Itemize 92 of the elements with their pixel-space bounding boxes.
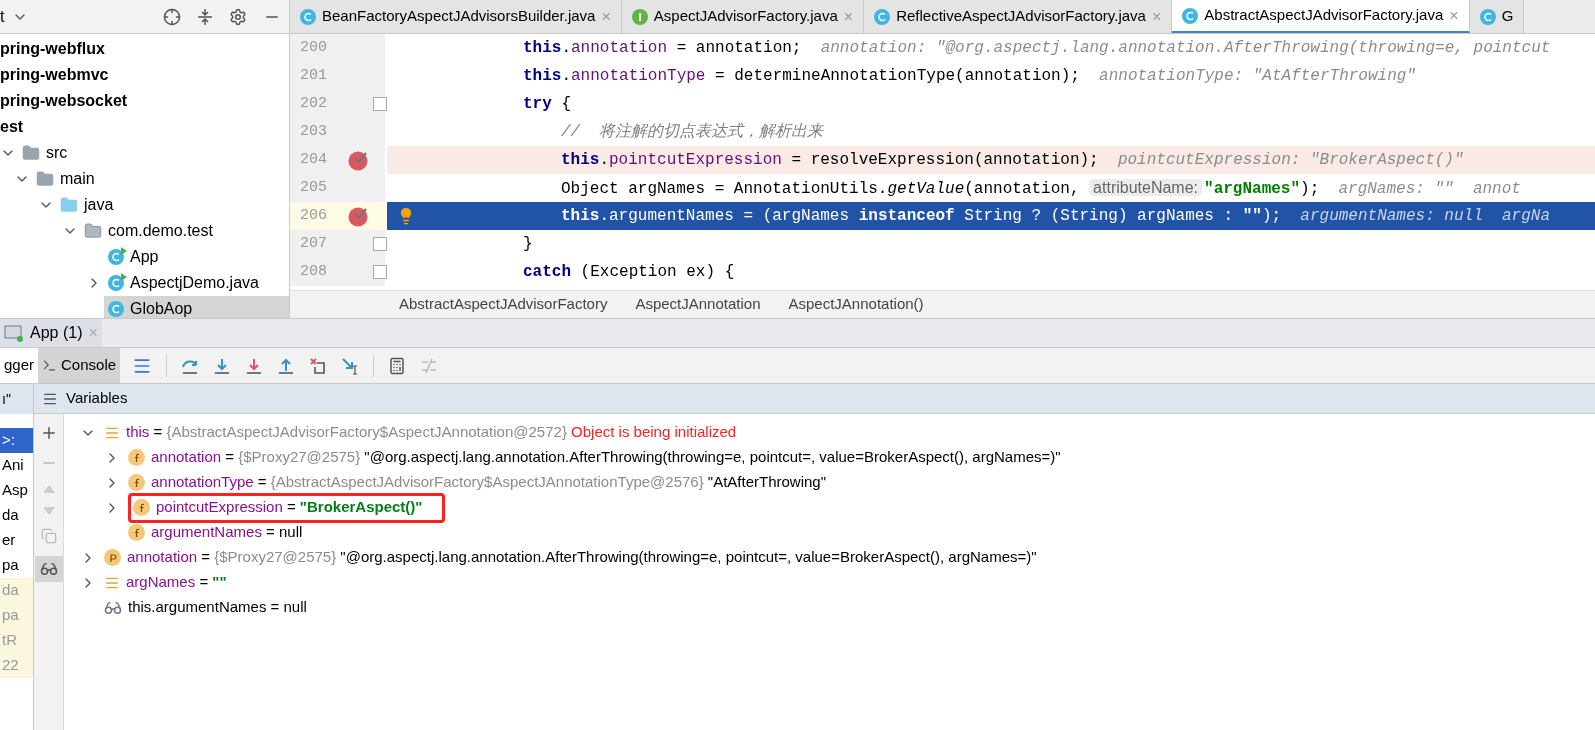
class-icon bbox=[1479, 8, 1496, 25]
settings-icon[interactable] bbox=[229, 7, 247, 26]
code-line: this.pointcutExpression = resolveExpression(annotation); pointcutExpression: "BrokerAspect()" bbox=[561, 150, 1464, 171]
code-line: try { bbox=[523, 94, 571, 115]
tree-item[interactable]: AspectjDemo.java bbox=[104, 270, 289, 296]
field-icon bbox=[128, 474, 145, 491]
fold-marker[interactable] bbox=[373, 237, 387, 251]
parameter-icon bbox=[104, 549, 121, 566]
code-line: this.annotation = annotation; annotation: "@org.aspectj.lang.annotation.AfterThrowing(throwing=e, pointcut bbox=[523, 38, 1551, 59]
folder-icon bbox=[60, 196, 78, 214]
class-icon bbox=[108, 275, 124, 291]
line-number: 206 bbox=[299, 205, 328, 226]
field-icon bbox=[128, 449, 145, 466]
class-icon bbox=[874, 8, 891, 25]
editor-tab[interactable]: ReflectiveAspectJAdvisorFactory.java × bbox=[864, 0, 1173, 33]
frame-item[interactable]: >: bbox=[0, 428, 33, 453]
app-window-icon bbox=[4, 324, 24, 342]
frame-item[interactable]: da bbox=[0, 503, 33, 528]
line-number: 200 bbox=[299, 37, 328, 58]
tree-item[interactable]: src bbox=[18, 140, 289, 166]
breadcrumb[interactable]: AspectJAnnotation bbox=[621, 293, 775, 316]
frames-header: ı" bbox=[1, 389, 11, 409]
code-line: this.annotationType = determineAnnotationType(annotation); annotationType: "AtAfterThrowing" bbox=[523, 66, 1416, 87]
variable-text: argumentNames = null bbox=[151, 522, 303, 543]
console-icon bbox=[42, 358, 58, 373]
code-line: // 将注解的切点表达式，解析出来 bbox=[561, 121, 824, 143]
drop-frame-icon[interactable] bbox=[309, 356, 328, 375]
glasses-icon bbox=[39, 560, 58, 578]
class-icon bbox=[108, 301, 124, 317]
line-number: 201 bbox=[299, 65, 328, 86]
field-icon bbox=[128, 524, 145, 541]
folder-icon bbox=[22, 144, 40, 162]
interface-icon bbox=[631, 8, 648, 25]
package-icon bbox=[84, 222, 102, 240]
breakpoint-icon[interactable] bbox=[348, 149, 370, 171]
editor-tab[interactable]: AbstractAspectJAdvisorFactory.java × bbox=[1172, 0, 1470, 33]
step-out-icon[interactable] bbox=[277, 356, 296, 375]
line-number: 204 bbox=[299, 149, 328, 170]
line-number: 203 bbox=[299, 121, 328, 142]
class-icon bbox=[108, 249, 124, 265]
variable-text: pointcutExpression = "BrokerAspect()" bbox=[156, 497, 423, 518]
line-number: 208 bbox=[299, 261, 328, 282]
tree-item[interactable]: pring-webmvc bbox=[0, 62, 289, 88]
tree-item[interactable]: main bbox=[32, 166, 289, 192]
session-tab[interactable]: App (1) × bbox=[0, 319, 102, 347]
editor-tab[interactable]: BeanFactoryAspectJAdvisorsBuilder.java × bbox=[290, 0, 622, 33]
breadcrumb[interactable]: AspectJAnnotation() bbox=[774, 293, 938, 316]
calculator-icon[interactable] bbox=[388, 356, 407, 375]
frame-item[interactable]: pa bbox=[0, 553, 33, 578]
editor-tab[interactable]: AspectJAdvisorFactory.java × bbox=[621, 0, 865, 33]
code-line: } bbox=[523, 234, 533, 255]
variable-text: argNames = "" bbox=[126, 572, 227, 593]
force-step-into-icon[interactable] bbox=[245, 356, 264, 375]
line-number: 207 bbox=[299, 233, 328, 254]
line-number: 202 bbox=[299, 93, 328, 114]
code-line: Object argNames = AnnotationUtils.getValue(annotation, attributeName: "argNames"); argNames: "" annot bbox=[561, 177, 1521, 200]
debug-tab[interactable]: gger bbox=[0, 348, 39, 383]
code-line: catch (Exception ex) { bbox=[523, 262, 735, 283]
debug-tab[interactable]: Console bbox=[38, 348, 121, 383]
line-number: 205 bbox=[299, 177, 328, 198]
frame-item[interactable]: Asp bbox=[0, 478, 33, 503]
tree-item[interactable]: GlobAop bbox=[104, 296, 289, 318]
run-to-cursor-icon[interactable] bbox=[341, 356, 360, 375]
tree-item[interactable]: est bbox=[0, 114, 289, 140]
variable-text: this.argumentNames = null bbox=[128, 597, 307, 618]
collapse-icon[interactable] bbox=[197, 7, 213, 26]
tree-item[interactable]: com.demo.test bbox=[80, 218, 289, 244]
breakpoint-icon[interactable] bbox=[348, 205, 370, 227]
locate-icon[interactable] bbox=[163, 7, 181, 26]
field-icon bbox=[133, 499, 150, 516]
watches-toggle-button[interactable] bbox=[34, 556, 63, 582]
class-icon bbox=[300, 8, 316, 25]
frame-item[interactable]: er bbox=[0, 528, 33, 553]
panel-title[interactable]: t bbox=[0, 4, 5, 29]
class-icon bbox=[1182, 7, 1199, 24]
tree-item[interactable]: App bbox=[104, 244, 289, 270]
tree-item[interactable]: pring-webflux bbox=[0, 36, 289, 62]
frame-item[interactable]: Ani bbox=[0, 453, 33, 478]
editor-tab[interactable]: G bbox=[1469, 0, 1525, 33]
folder-icon bbox=[36, 170, 54, 188]
fold-marker[interactable] bbox=[373, 97, 387, 111]
variable-text: annotationType = {AbstractAspectJAdvisorFactory$AspectJAnnotationType@2576} "AtAfterThrowing" bbox=[151, 472, 827, 493]
variable-text: annotation = {$Proxy27@2575} "@org.aspectj.lang.annotation.AfterThrowing(throwing=e, pointcut=, value=BrokerAspect(), argNames=)" bbox=[151, 447, 1061, 468]
variables-title: Variables bbox=[66, 388, 128, 409]
code-line: this.argumentNames = (argNames instanceof String ? (String) argNames : ""); argumentNames: null argNa bbox=[561, 206, 1550, 227]
tree-item[interactable]: java bbox=[56, 192, 289, 218]
breadcrumb[interactable]: AbstractAspectJAdvisorFactory bbox=[385, 293, 622, 316]
step-into-icon[interactable] bbox=[213, 356, 232, 375]
variable-text: this = {AbstractAspectJAdvisorFactory$AspectJAnnotation@2572} Object is being initialized bbox=[126, 422, 737, 443]
tree-item[interactable]: pring-websocket bbox=[0, 88, 289, 114]
fold-marker[interactable] bbox=[373, 265, 387, 279]
variable-text: annotation = {$Proxy27@2575} "@org.aspectj.lang.annotation.AfterThrowing(throwing=e, pointcut=, value=BrokerAspect(), argNames=)" bbox=[127, 547, 1037, 568]
